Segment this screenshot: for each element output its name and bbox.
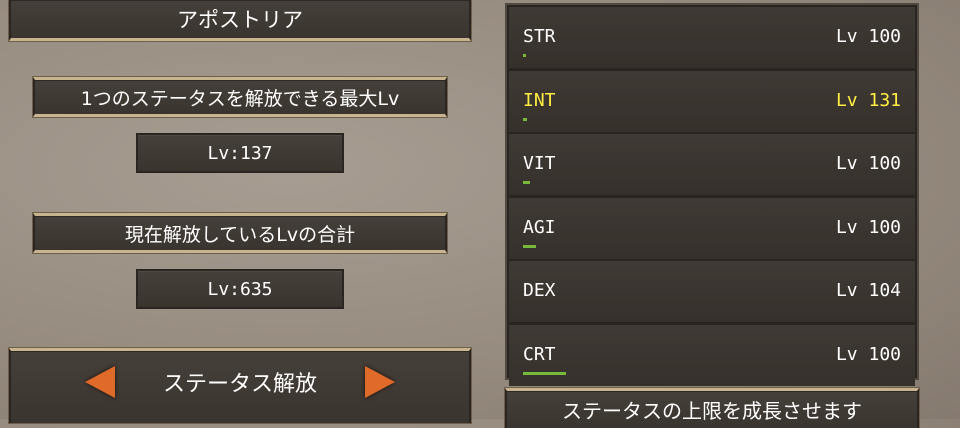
stat-level: Lv 104: [835, 280, 901, 301]
stat-progress-bar: [523, 371, 703, 375]
stat-progress-bar: [523, 308, 703, 311]
stat-progress-fill: [523, 244, 536, 248]
stat-level: Lv 100: [835, 343, 901, 365]
arrow-right-icon[interactable]: [365, 366, 395, 398]
total-level-value: Lv:635: [207, 278, 273, 300]
stat-progress-bar: [523, 244, 703, 248]
stat-level: Lv 100: [835, 153, 901, 174]
character-name: アポストリア: [177, 8, 303, 32]
stat-name: CRT: [523, 343, 556, 365]
arrow-left-icon[interactable]: [84, 366, 115, 398]
stat-name: INT: [523, 89, 556, 111]
grow-limit-button-label: ステータスの上限を成長させます: [562, 399, 862, 423]
stat-name: AGI: [523, 216, 556, 238]
stat-progress-bar: [523, 54, 703, 57]
stat-row-vit[interactable]: VIT Lv 100: [509, 134, 915, 195]
stat-level: Lv 100: [835, 216, 901, 238]
stat-progress-bar: [523, 181, 703, 184]
stat-list: STR Lv 100 INT Lv 131 VIT Lv 100 AGI Lv 100 DEX L…: [505, 3, 919, 386]
stat-name: STR: [523, 26, 556, 47]
stat-name: VIT: [523, 153, 556, 174]
stat-progress-fill: [523, 181, 531, 184]
stat-progress-fill: [523, 371, 567, 375]
stat-progress-bar: [523, 117, 703, 121]
stat-row-dex[interactable]: DEX Lv 104: [509, 261, 915, 322]
grow-limit-button[interactable]: ステータスの上限を成長させます: [505, 388, 919, 428]
max-level-label: 1つのステータスを解放できる最大Lv: [80, 87, 400, 110]
stat-level: Lv 131: [835, 89, 901, 111]
stat-level: Lv 100: [835, 26, 901, 47]
stat-row-str[interactable]: STR Lv 100: [509, 7, 915, 68]
mode-label: ステータス解放: [162, 372, 317, 397]
mode-selector: ステータス解放: [9, 348, 471, 423]
stat-row-int[interactable]: INT Lv 131: [509, 70, 915, 132]
max-level-value: Lv:137: [207, 142, 273, 164]
stat-progress-fill: [523, 54, 526, 57]
total-level-label: 現在解放しているLvの合計: [124, 223, 356, 246]
total-level-label-panel: 現在解放しているLvの合計: [33, 213, 447, 253]
max-level-label-panel: 1つのステータスを解放できる最大Lv: [33, 77, 447, 117]
max-level-value-panel: Lv:137: [136, 133, 344, 173]
stat-row-crt[interactable]: CRT Lv 100: [509, 324, 915, 386]
character-name-panel: アポストリア: [9, 0, 471, 41]
stat-row-agi[interactable]: AGI Lv 100: [509, 197, 915, 259]
total-level-value-panel: Lv:635: [136, 269, 344, 309]
stat-progress-fill: [523, 117, 527, 121]
stat-name: DEX: [523, 280, 556, 301]
